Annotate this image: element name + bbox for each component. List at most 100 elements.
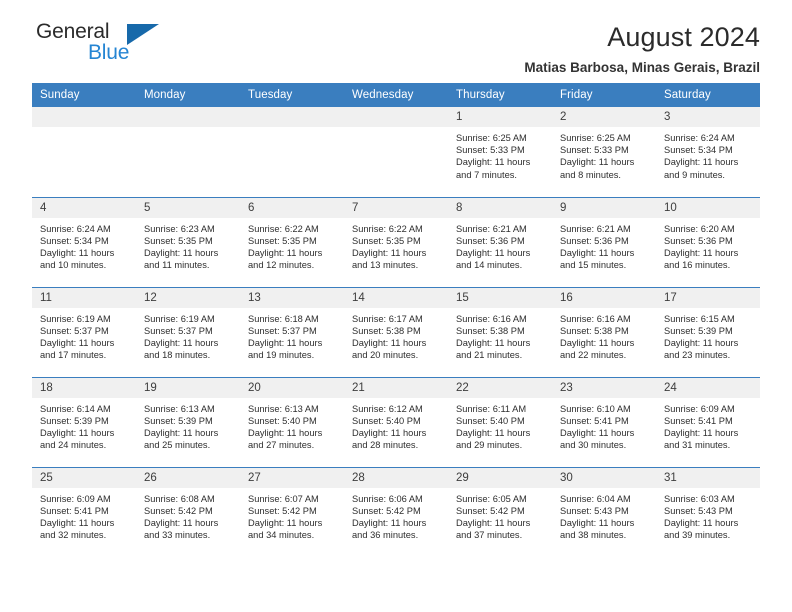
calendar-day-cell[interactable]: 2 Sunrise: 6:25 AM Sunset: 5:33 PM Daylight…	[552, 107, 656, 197]
calendar-day-cell[interactable]: 11 Sunrise: 6:19 AM Sunset: 5:37 PM Dayligh…	[32, 286, 136, 377]
daylight-duration-line1: Daylight: 11 hours	[664, 247, 739, 258]
weekday-header-sunday: Sunday	[32, 83, 136, 107]
calendar-day-cell[interactable]: 18 Sunrise: 6:14 AM Sunset: 5:39 PM Dayligh…	[32, 376, 136, 467]
day-number: 31	[656, 467, 760, 488]
calendar-day-cell[interactable]: 25 Sunrise: 6:09 AM Sunset: 5:41 PM Dayligh…	[32, 466, 136, 557]
calendar-day-cell[interactable]: 6 Sunrise: 6:22 AM Sunset: 5:35 PM Daylight…	[240, 196, 344, 287]
daylight-duration-line2: and 29 minutes.	[456, 440, 523, 451]
calendar-day-cell[interactable]: 22 Sunrise: 6:11 AM Sunset: 5:40 PM Dayligh…	[448, 376, 552, 467]
daylight-duration-line1: Daylight: 11 hours	[248, 337, 323, 348]
calendar-day-cell-empty	[344, 107, 448, 197]
sunset-time: Sunset: 5:41 PM	[664, 415, 733, 426]
calendar-day-cell[interactable]: 4 Sunrise: 6:24 AM Sunset: 5:34 PM Daylight…	[32, 196, 136, 287]
sunset-time: Sunset: 5:42 PM	[352, 505, 421, 516]
day-number: 20	[240, 377, 344, 398]
day-sun-details: Sunrise: 6:15 AM Sunset: 5:39 PM Daylight:…	[656, 308, 760, 362]
calendar-day-cell[interactable]: 24 Sunrise: 6:09 AM Sunset: 5:41 PM Dayligh…	[656, 376, 760, 467]
general-blue-logo[interactable]: General Blue	[32, 20, 172, 72]
day-number: 1	[448, 107, 552, 127]
calendar-day-cell[interactable]: 17 Sunrise: 6:15 AM Sunset: 5:39 PM Dayligh…	[656, 286, 760, 377]
sunset-time: Sunset: 5:37 PM	[248, 325, 317, 336]
sunset-time: Sunset: 5:36 PM	[456, 235, 525, 246]
sunrise-time: Sunrise: 6:10 AM	[560, 403, 631, 414]
daylight-duration-line1: Daylight: 11 hours	[248, 427, 323, 438]
sunrise-time: Sunrise: 6:25 AM	[560, 133, 631, 143]
daylight-duration-line1: Daylight: 11 hours	[456, 337, 531, 348]
calendar-day-cell[interactable]: 19 Sunrise: 6:13 AM Sunset: 5:39 PM Dayligh…	[136, 376, 240, 467]
sunrise-time: Sunrise: 6:25 AM	[456, 133, 527, 143]
calendar-day-cell[interactable]: 29 Sunrise: 6:05 AM Sunset: 5:42 PM Dayligh…	[448, 466, 552, 557]
day-sun-details: Sunrise: 6:25 AM Sunset: 5:33 PM Daylight:…	[552, 127, 656, 181]
calendar-day-cell[interactable]: 7 Sunrise: 6:22 AM Sunset: 5:35 PM Daylight…	[344, 196, 448, 287]
day-sun-details: Sunrise: 6:23 AM Sunset: 5:35 PM Daylight:…	[136, 218, 240, 272]
day-sun-details: Sunrise: 6:13 AM Sunset: 5:39 PM Daylight:…	[136, 398, 240, 452]
sunset-time: Sunset: 5:35 PM	[144, 235, 213, 246]
sunset-time: Sunset: 5:37 PM	[40, 325, 109, 336]
daylight-duration-line1: Daylight: 11 hours	[40, 337, 115, 348]
calendar-day-cell[interactable]: 13 Sunrise: 6:18 AM Sunset: 5:37 PM Dayligh…	[240, 286, 344, 377]
logo-text-blue: Blue	[88, 41, 130, 64]
calendar-day-cell[interactable]: 31 Sunrise: 6:03 AM Sunset: 5:43 PM Dayligh…	[656, 466, 760, 557]
day-number: 11	[32, 287, 136, 308]
day-number: 5	[136, 197, 240, 218]
calendar-day-cell[interactable]: 9 Sunrise: 6:21 AM Sunset: 5:36 PM Daylight…	[552, 196, 656, 287]
calendar-day-cell[interactable]: 16 Sunrise: 6:16 AM Sunset: 5:38 PM Dayligh…	[552, 286, 656, 377]
sunrise-time: Sunrise: 6:23 AM	[144, 223, 215, 234]
daylight-duration-line2: and 13 minutes.	[352, 260, 419, 271]
daylight-duration-line2: and 11 minutes.	[144, 260, 210, 271]
calendar-day-cell[interactable]: 10 Sunrise: 6:20 AM Sunset: 5:36 PM Dayligh…	[656, 196, 760, 287]
day-number: 15	[448, 287, 552, 308]
calendar-day-cell[interactable]: 3 Sunrise: 6:24 AM Sunset: 5:34 PM Daylight…	[656, 107, 760, 197]
calendar-day-cell[interactable]: 21 Sunrise: 6:12 AM Sunset: 5:40 PM Dayligh…	[344, 376, 448, 467]
calendar-header-row-group: Sunday Monday Tuesday Wednesday Thursday…	[32, 83, 760, 107]
sunrise-time: Sunrise: 6:22 AM	[248, 223, 319, 234]
calendar-day-cell[interactable]: 5 Sunrise: 6:23 AM Sunset: 5:35 PM Daylight…	[136, 196, 240, 287]
calendar-day-cell[interactable]: 1 Sunrise: 6:25 AM Sunset: 5:33 PM Daylight…	[448, 107, 552, 197]
daylight-duration-line1: Daylight: 11 hours	[144, 247, 219, 258]
weekday-header-row: Sunday Monday Tuesday Wednesday Thursday…	[32, 83, 760, 107]
day-number: 13	[240, 287, 344, 308]
calendar-week-row: 11 Sunrise: 6:19 AM Sunset: 5:37 PM Dayligh…	[32, 286, 760, 377]
sunrise-time: Sunrise: 6:19 AM	[144, 313, 215, 324]
sunset-time: Sunset: 5:39 PM	[664, 325, 733, 336]
day-sun-details: Sunrise: 6:09 AM Sunset: 5:41 PM Daylight:…	[32, 488, 136, 542]
daylight-duration-line2: and 32 minutes.	[40, 530, 107, 541]
sunrise-time: Sunrise: 6:08 AM	[144, 493, 215, 504]
calendar-day-cell[interactable]: 15 Sunrise: 6:16 AM Sunset: 5:38 PM Dayligh…	[448, 286, 552, 377]
sunrise-time: Sunrise: 6:15 AM	[664, 313, 735, 324]
day-number: 30	[552, 467, 656, 488]
sunrise-time: Sunrise: 6:05 AM	[456, 493, 527, 504]
calendar-day-cell[interactable]: 28 Sunrise: 6:06 AM Sunset: 5:42 PM Dayligh…	[344, 466, 448, 557]
calendar-day-cell[interactable]: 30 Sunrise: 6:04 AM Sunset: 5:43 PM Dayligh…	[552, 466, 656, 557]
sunrise-time: Sunrise: 6:16 AM	[560, 313, 631, 324]
day-sun-details: Sunrise: 6:20 AM Sunset: 5:36 PM Daylight:…	[656, 218, 760, 272]
calendar-day-cell[interactable]: 23 Sunrise: 6:10 AM Sunset: 5:41 PM Dayligh…	[552, 376, 656, 467]
daylight-duration-line1: Daylight: 11 hours	[560, 517, 635, 528]
day-number: 16	[552, 287, 656, 308]
calendar-day-cell[interactable]: 14 Sunrise: 6:17 AM Sunset: 5:38 PM Dayligh…	[344, 286, 448, 377]
daylight-duration-line2: and 9 minutes.	[664, 169, 725, 180]
day-sun-details: Sunrise: 6:03 AM Sunset: 5:43 PM Daylight:…	[656, 488, 760, 542]
calendar-day-cell[interactable]: 12 Sunrise: 6:19 AM Sunset: 5:37 PM Dayligh…	[136, 286, 240, 377]
daylight-duration-line2: and 39 minutes.	[664, 530, 731, 541]
daylight-duration-line2: and 34 minutes.	[248, 530, 315, 541]
daylight-duration-line2: and 20 minutes.	[352, 350, 419, 361]
calendar-week-row: 25 Sunrise: 6:09 AM Sunset: 5:41 PM Dayligh…	[32, 466, 760, 557]
day-number	[240, 107, 344, 127]
sunrise-time: Sunrise: 6:12 AM	[352, 403, 423, 414]
day-number: 24	[656, 377, 760, 398]
sunset-time: Sunset: 5:42 PM	[144, 505, 213, 516]
daylight-duration-line2: and 16 minutes.	[664, 260, 731, 271]
month-calendar-table: Sunday Monday Tuesday Wednesday Thursday…	[32, 83, 760, 557]
sunrise-time: Sunrise: 6:16 AM	[456, 313, 527, 324]
calendar-day-cell[interactable]: 8 Sunrise: 6:21 AM Sunset: 5:36 PM Daylight…	[448, 196, 552, 287]
calendar-day-cell[interactable]: 26 Sunrise: 6:08 AM Sunset: 5:42 PM Dayligh…	[136, 466, 240, 557]
sunrise-time: Sunrise: 6:17 AM	[352, 313, 423, 324]
calendar-week-row: 1 Sunrise: 6:25 AM Sunset: 5:33 PM Daylight…	[32, 107, 760, 197]
calendar-day-cell[interactable]: 20 Sunrise: 6:13 AM Sunset: 5:40 PM Dayligh…	[240, 376, 344, 467]
calendar-day-cell[interactable]: 27 Sunrise: 6:07 AM Sunset: 5:42 PM Dayligh…	[240, 466, 344, 557]
daylight-duration-line2: and 15 minutes.	[560, 260, 627, 271]
sunset-time: Sunset: 5:43 PM	[560, 505, 629, 516]
sunrise-time: Sunrise: 6:24 AM	[664, 133, 735, 143]
daylight-duration-line2: and 36 minutes.	[352, 530, 419, 541]
